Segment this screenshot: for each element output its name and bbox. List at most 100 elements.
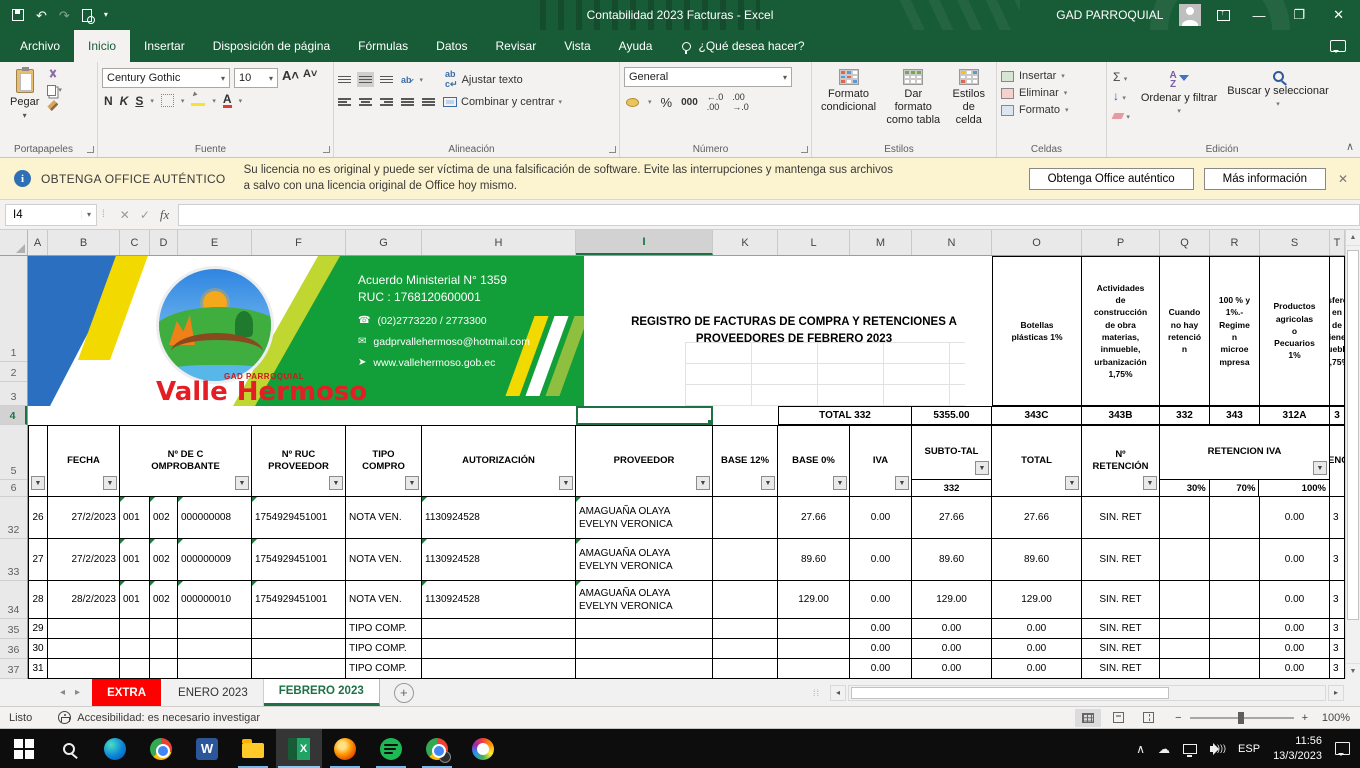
ribbon-display-options-icon[interactable] bbox=[1217, 8, 1231, 21]
sheet-nav-left-icon[interactable]: ◂ bbox=[60, 687, 65, 698]
minimize-button[interactable]: — bbox=[1246, 8, 1271, 23]
cell-Q35[interactable] bbox=[1160, 619, 1210, 639]
column-header-T[interactable]: T bbox=[1330, 230, 1345, 255]
borders-icon[interactable] bbox=[160, 94, 174, 107]
cell-D37[interactable] bbox=[150, 659, 178, 679]
scroll-down-icon[interactable]: ▼ bbox=[1346, 663, 1360, 679]
filter-icon-I[interactable]: ▼ bbox=[696, 476, 710, 490]
enter-formula-icon[interactable]: ✓ bbox=[140, 208, 150, 222]
cell-G34[interactable]: NOTA VEN. bbox=[346, 581, 422, 619]
cell-H32[interactable]: 1130924528 bbox=[422, 497, 576, 539]
taskbar-word-button[interactable]: W bbox=[184, 729, 230, 768]
cell-C35[interactable] bbox=[120, 619, 150, 639]
cell-T35[interactable]: 3 bbox=[1330, 619, 1345, 639]
increase-font-icon[interactable]: A˄ bbox=[282, 68, 299, 88]
scroll-up-icon[interactable]: ▲ bbox=[1346, 230, 1360, 246]
sort-filter-button[interactable]: AZ Ordenar y filtrar ▾ bbox=[1136, 69, 1222, 141]
cell-R35[interactable] bbox=[1210, 619, 1260, 639]
find-select-button[interactable]: Buscar y seleccionar ▾ bbox=[1222, 69, 1334, 141]
insert-function-icon[interactable]: fx bbox=[160, 207, 169, 223]
merge-center-button[interactable]: Combinar y centrar ▾ bbox=[443, 96, 562, 108]
horizontal-scroll-thumb[interactable] bbox=[851, 686, 1169, 699]
decrease-decimal-icon[interactable]: .00 →.0 bbox=[732, 92, 749, 112]
cell-T36[interactable]: 3 bbox=[1330, 639, 1345, 659]
cell-S34[interactable]: 0.00 bbox=[1260, 581, 1330, 619]
cell-R32[interactable] bbox=[1210, 497, 1260, 539]
tab-inicio[interactable]: Inicio bbox=[74, 30, 131, 62]
cell-S37[interactable]: 0.00 bbox=[1260, 659, 1330, 679]
cell-F32[interactable]: 1754929451001 bbox=[252, 497, 346, 539]
cell-H33[interactable]: 1130924528 bbox=[422, 539, 576, 581]
cell-styles-button[interactable]: Estilos de celda bbox=[946, 67, 993, 141]
cell-E33[interactable]: 000000009 bbox=[178, 539, 252, 581]
cell-B37[interactable] bbox=[48, 659, 120, 679]
cell-M36[interactable]: 0.00 bbox=[850, 639, 912, 659]
taskbar-paint-button[interactable] bbox=[460, 729, 506, 768]
row-header-2[interactable]: 2 bbox=[0, 362, 27, 382]
cell-C37[interactable] bbox=[120, 659, 150, 679]
column-header-R[interactable]: R bbox=[1210, 230, 1260, 255]
print-preview-icon[interactable] bbox=[81, 8, 95, 24]
cell-D32[interactable]: 002 bbox=[150, 497, 178, 539]
vertical-scroll-thumb[interactable] bbox=[1347, 250, 1359, 620]
cell-P35[interactable]: SIN. RET bbox=[1082, 619, 1160, 639]
sheet-tab-extra[interactable]: EXTRA bbox=[92, 679, 164, 706]
column-header-F[interactable]: F bbox=[252, 230, 346, 255]
cell-M34[interactable]: 0.00 bbox=[850, 581, 912, 619]
filter-icon-CDE[interactable]: ▼ bbox=[235, 476, 249, 490]
orientation-icon[interactable]: ab̷ bbox=[401, 75, 412, 85]
cell-F37[interactable] bbox=[252, 659, 346, 679]
column-header-K[interactable]: K bbox=[713, 230, 778, 255]
column-header-N[interactable]: N bbox=[912, 230, 992, 255]
cell-I32[interactable]: AMAGUAÑA OLAYA EVELYN VERONICA bbox=[576, 497, 713, 539]
cell-H34[interactable]: 1130924528 bbox=[422, 581, 576, 619]
cell-P37[interactable]: SIN. RET bbox=[1082, 659, 1160, 679]
cell-F33[interactable]: 1754929451001 bbox=[252, 539, 346, 581]
column-header-A[interactable]: A bbox=[28, 230, 48, 255]
cell-S32[interactable]: 0.00 bbox=[1260, 497, 1330, 539]
tab-vista[interactable]: Vista bbox=[550, 30, 604, 62]
filter-icon-F[interactable]: ▼ bbox=[329, 476, 343, 490]
cell-D36[interactable] bbox=[150, 639, 178, 659]
paste-dropdown-icon[interactable]: ▾ bbox=[23, 111, 27, 120]
learn-more-button[interactable]: Más información bbox=[1203, 167, 1326, 190]
get-genuine-office-button[interactable]: Obtenga Office auténtico bbox=[1028, 167, 1194, 190]
column-header-M[interactable]: M bbox=[850, 230, 912, 255]
zoom-level[interactable]: 100% bbox=[1316, 712, 1350, 724]
tab-datos[interactable]: Datos bbox=[422, 30, 481, 62]
cell-R37[interactable] bbox=[1210, 659, 1260, 679]
row-header-34[interactable]: 34 bbox=[0, 581, 27, 619]
font-size-dropdown-icon[interactable]: ▾ bbox=[265, 74, 273, 83]
number-dialog-launcher-icon[interactable] bbox=[801, 146, 808, 153]
cell-S33[interactable]: 0.00 bbox=[1260, 539, 1330, 581]
row-header-3[interactable]: 3 bbox=[0, 382, 27, 406]
cell-Q33[interactable] bbox=[1160, 539, 1210, 581]
feedback-icon[interactable] bbox=[1330, 40, 1346, 53]
taskbar-chrome-button[interactable] bbox=[138, 729, 184, 768]
cell-B33[interactable]: 27/2/2023 bbox=[48, 539, 120, 581]
zoom-slider[interactable] bbox=[1189, 711, 1294, 724]
save-icon[interactable] bbox=[12, 9, 24, 21]
clear-icon[interactable]: ▾ bbox=[1111, 108, 1130, 122]
cell-L34[interactable]: 129.00 bbox=[778, 581, 850, 619]
cell-H35[interactable] bbox=[422, 619, 576, 639]
cell-H37[interactable] bbox=[422, 659, 576, 679]
cell-P32[interactable]: SIN. RET bbox=[1082, 497, 1160, 539]
dismiss-warning-icon[interactable]: ✕ bbox=[1338, 172, 1348, 186]
cell-O33[interactable]: 89.60 bbox=[992, 539, 1082, 581]
cell-M37[interactable]: 0.00 bbox=[850, 659, 912, 679]
column-header-L[interactable]: L bbox=[778, 230, 850, 255]
cell-F35[interactable] bbox=[252, 619, 346, 639]
filter-icon-QRS[interactable]: ▼ bbox=[1313, 461, 1327, 475]
cell-B36[interactable] bbox=[48, 639, 120, 659]
cell-G36[interactable]: TIPO COMP. bbox=[346, 639, 422, 659]
cell-N37[interactable]: 0.00 bbox=[912, 659, 992, 679]
column-header-G[interactable]: G bbox=[346, 230, 422, 255]
align-left-icon[interactable] bbox=[338, 97, 351, 108]
redo-icon[interactable]: ↷ bbox=[59, 9, 70, 22]
cell-G35[interactable]: TIPO COMP. bbox=[346, 619, 422, 639]
cell-A33[interactable]: 27 bbox=[28, 539, 48, 581]
format-painter-button[interactable] bbox=[47, 100, 62, 111]
filter-icon-B[interactable]: ▼ bbox=[103, 476, 117, 490]
format-cells-button[interactable]: Formato ▾ bbox=[1001, 104, 1068, 116]
